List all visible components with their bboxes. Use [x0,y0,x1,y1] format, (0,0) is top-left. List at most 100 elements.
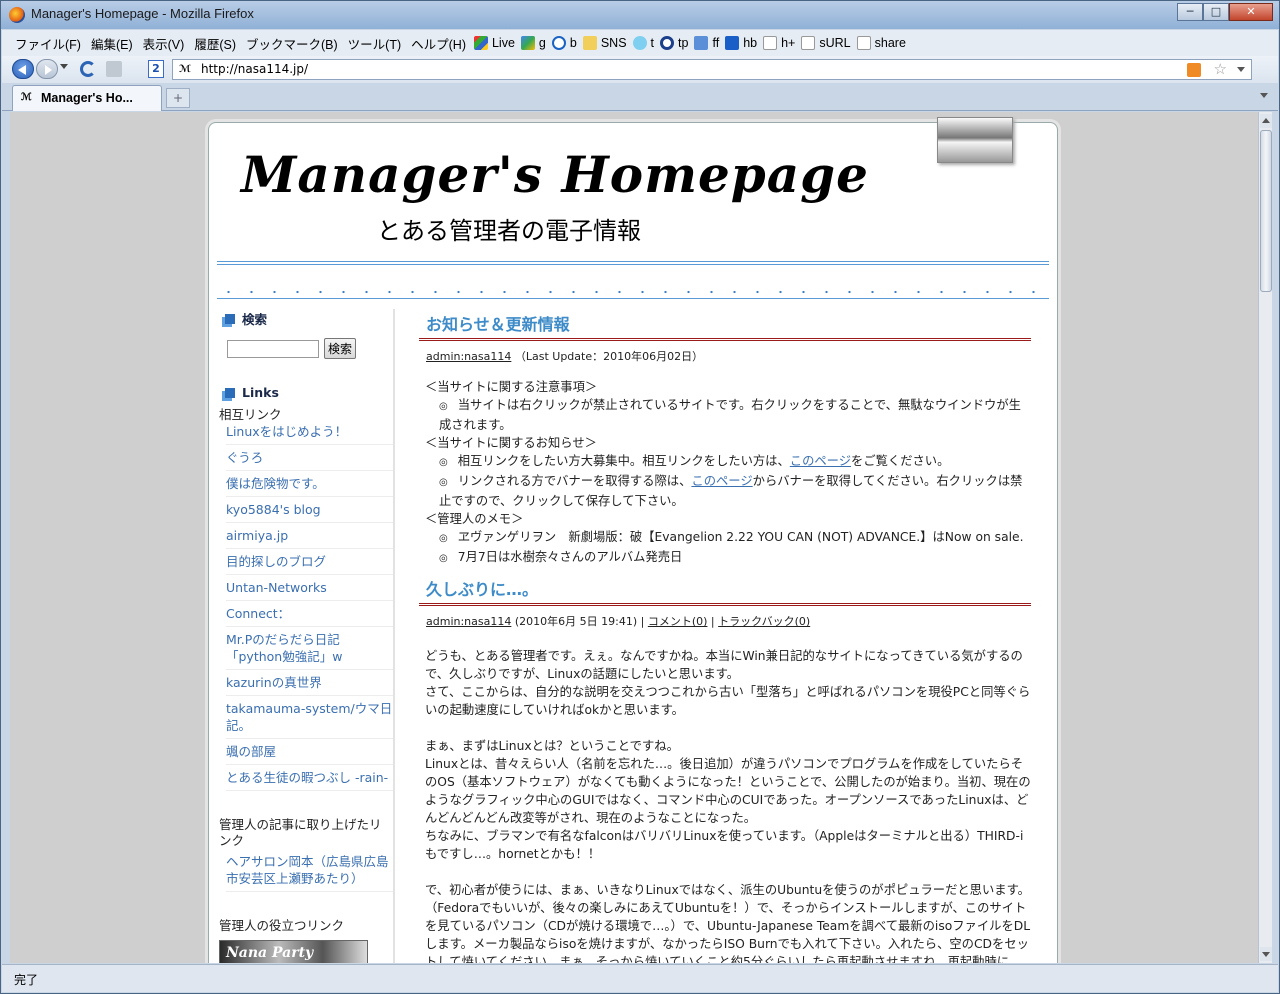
bookmark-surl[interactable]: sURL [798,36,853,50]
sidebar-link[interactable]: kazurinの真世界 [226,670,393,696]
folder-icon [582,36,597,50]
sidebar-link[interactable]: Untan-Networks [226,575,393,601]
sidebar-link[interactable]: kyo5884's blog [226,497,393,523]
firefox-icon [9,7,25,23]
status-text: 完了 [14,973,39,987]
nav-divider [217,298,1049,299]
post-notice: お知らせ＆更新情報 admin:nasa114 （Last Update：201… [419,311,1031,568]
banner-page-link[interactable]: このページ [691,474,752,488]
tab-managers-homepage[interactable]: ℳ Manager's Ho... [12,85,162,111]
post-title[interactable]: お知らせ＆更新情報 [419,311,1031,341]
menu-history[interactable]: 履歴(S) [189,34,241,53]
bookmark-t[interactable]: t [630,36,657,50]
addon-icon[interactable]: 2 [148,60,164,78]
scroll-down-icon[interactable] [1260,947,1272,961]
url-bar[interactable]: ℳ ☆ [172,59,1252,80]
dotted-divider [217,290,1049,294]
scroll-up-icon[interactable] [1260,114,1272,128]
menu-tools[interactable]: ツール(T) [343,34,406,53]
bookmark-hb[interactable]: hb [722,36,760,50]
sidebar-link[interactable]: airmiya.jp [226,523,393,549]
scrollbar-thumb[interactable] [1260,130,1272,292]
sidebar-link[interactable]: ぐうろ [226,445,393,471]
post-body: ＜当サイトに関する注意事項＞ 当サイトは右クリックが禁止されているサイトです。右… [425,378,1031,568]
post-author-link[interactable]: admin:nasa114 [426,615,511,628]
menu-file[interactable]: ファイル(F) [10,34,86,53]
post-paragraph: まぁ、まずはLinuxとは？ということですね。 [425,739,679,753]
menu-view[interactable]: 表示(V) [138,34,190,53]
site-favicon-icon: ℳ [21,92,32,103]
back-button[interactable] [12,59,34,79]
post-paragraph: で、初心者が使うには、まぁ、いきなりLinuxではなく、派生のUbuntuを使う… [425,883,1031,963]
bing-icon [551,36,566,50]
trackback-link[interactable]: トラックバック(0) [718,615,810,628]
menu-edit[interactable]: 編集(E) [86,34,138,53]
mutual-link-page-link[interactable]: このページ [790,454,851,468]
reload-button[interactable] [80,61,96,77]
home-button[interactable] [106,61,122,77]
bookmark-hplus[interactable]: h+ [760,36,798,50]
sidebar-link[interactable]: takamauma-system/ウマ日記。 [226,696,393,739]
sidebar-link[interactable]: Linuxをはじめよう！ [226,423,393,445]
tab-list-dropdown-icon[interactable] [1260,93,1268,98]
forward-button[interactable] [36,59,58,79]
article-links-label: 管理人の記事に取り上げたリンク [219,817,382,848]
bookmark-b[interactable]: b [549,36,580,50]
history-dropdown-icon[interactable] [60,64,68,69]
navigation-toolbar: 2 ℳ ☆ [2,56,1278,83]
minimize-button[interactable]: ─ [1177,3,1203,21]
search-button[interactable]: 検索 [324,338,357,359]
bookmark-share[interactable]: share [854,36,909,50]
bookmark-star-icon[interactable]: ☆ [1214,60,1227,78]
close-button[interactable]: ✕ [1229,3,1273,21]
notice-item: リンクされる方でバナーを取得する際は、このページからバナーを取得してください。右… [425,472,1031,510]
tab-label: Manager's Ho... [41,91,133,105]
sidebar-link[interactable]: Connect： [226,601,393,627]
sidebar-link[interactable]: 目的探しのブログ [226,549,393,575]
url-dropdown-icon[interactable] [1237,67,1245,72]
menu-bar: ファイル(F) 編集(E) 表示(V) 履歴(S) ブックマーク(B) ツール(… [2,30,1278,56]
post-title[interactable]: 久しぶりに…。 [419,576,1031,606]
bookmark-g[interactable]: g [518,36,549,50]
heading-square-icon [225,387,235,398]
header-divider [217,264,1049,265]
sidebar-link[interactable]: Mr.Pのだらだら日記「python勉強記」w [226,627,393,670]
url-input[interactable] [201,62,1181,76]
rss-feed-icon[interactable] [1187,63,1201,77]
site-page: Manager's Homepage とある管理者の電子情報 検索 検索 Lin… [208,117,1058,963]
sidebar-link[interactable]: 颯の部屋 [226,739,393,765]
comment-link[interactable]: コメント(0) [648,615,708,628]
bookmark-ff[interactable]: ff [691,36,722,50]
window-title: Manager's Homepage - Mozilla Firefox [31,6,254,21]
nana-party-banner[interactable]: Nana Party [219,940,368,963]
new-tab-button[interactable]: + [166,88,190,108]
notice-heading: ＜当サイトに関する注意事項＞ [425,380,598,394]
notice-item: 相互リンクをしたい方大募集中。相互リンクをしたい方は、このページをご覧ください。 [425,452,1031,472]
notice-heading: ＜当サイトに関するお知らせ＞ [425,436,597,450]
sidebar-link[interactable]: 僕は危険物です。 [226,471,393,497]
bookmark-sns[interactable]: SNS [580,36,630,50]
vertical-scrollbar[interactable] [1258,112,1272,963]
search-heading: 検索 [225,309,393,328]
menu-help[interactable]: ヘルプ(H) [406,34,471,53]
post-paragraph: さて、ここからは、自分的な説明を交えつつこれから古い「型落ち」と呼ばれるパソコン… [425,685,1031,717]
search-input[interactable] [227,339,319,358]
friendfeed-icon [694,36,709,50]
notice-heading: ＜管理人のメモ＞ [425,512,524,526]
maximize-button[interactable]: □ [1203,3,1229,21]
notice-item: 当サイトは右クリックが禁止されているサイトです。右クリックをすることで、無駄なウ… [425,396,1031,434]
browser-window: Manager's Homepage - Mozilla Firefox ─ □… [0,0,1280,994]
post-author-link[interactable]: admin:nasa114 [426,350,511,363]
bookmark-tp[interactable]: tp [657,36,691,50]
bookmark-live[interactable]: Live [471,36,518,50]
site-favicon-icon: ℳ [179,64,191,75]
page-viewport: Manager's Homepage とある管理者の電子情報 検索 検索 Lin… [10,112,1258,963]
sidebar-link[interactable]: とある生徒の暇つぶし -rain- [226,765,393,791]
menu-bookmarks[interactable]: ブックマーク(B) [241,34,343,53]
sidebar-link[interactable]: ヘアサロン岡本（広島県広島市安芸区上瀬野あたり） [226,849,393,892]
title-bar: Manager's Homepage - Mozilla Firefox ─ □… [1,1,1279,29]
notice-item: ヱヴァンゲリヲン 新劇場版：破【Evangelion 2.22 YOU CAN … [425,528,1031,548]
post-date: （Last Update：2010年06月02日） [514,350,704,363]
post-meta: admin:nasa114 （Last Update：2010年06月02日） [426,348,1031,364]
site-subtitle: とある管理者の電子情報 [377,217,641,245]
